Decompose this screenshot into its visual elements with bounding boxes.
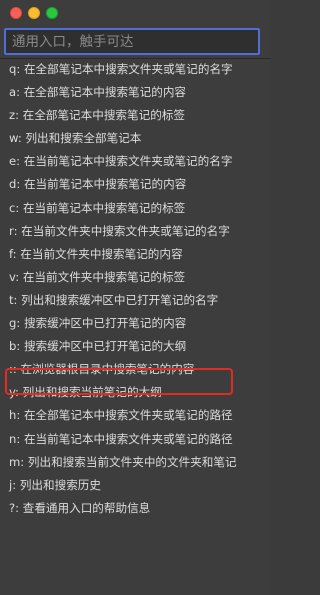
list-item[interactable]: d: 在当前笔记本中搜索笔记的内容 (0, 173, 271, 196)
list-item[interactable]: e: 在当前笔记本中搜索文件夹或笔记的名字 (0, 150, 271, 173)
universal-entry-window: q: 在全部笔记本中搜索文件夹或笔记的名字 a: 在全部笔记本中搜索笔记的内容 … (0, 0, 271, 595)
command-list: q: 在全部笔记本中搜索文件夹或笔记的名字 a: 在全部笔记本中搜索笔记的内容 … (0, 58, 271, 520)
list-item[interactable]: a: 在全部笔记本中搜索笔记的内容 (0, 81, 271, 104)
list-item[interactable]: z: 在全部笔记本中搜索笔记的标签 (0, 104, 271, 127)
list-item-highlighted[interactable]: :: 在浏览器根目录中搜索笔记的内容 (0, 358, 271, 381)
list-item[interactable]: h: 在全部笔记本中搜索文件夹或笔记的路径 (0, 404, 271, 427)
minimize-window-button[interactable] (28, 7, 40, 19)
maximize-window-button[interactable] (46, 7, 58, 19)
list-item[interactable]: v: 在当前文件夹中搜索笔记的标签 (0, 266, 271, 289)
close-window-button[interactable] (10, 7, 22, 19)
list-item[interactable]: y: 列出和搜索当前笔记的大纲 (0, 381, 271, 404)
list-item[interactable]: ?: 查看通用入口的帮助信息 (0, 497, 271, 520)
list-item[interactable]: j: 列出和搜索历史 (0, 474, 271, 497)
list-item[interactable]: m: 列出和搜索当前文件夹中的文件夹和笔记 (0, 451, 271, 474)
list-item[interactable]: g: 搜索缓冲区中已打开笔记的内容 (0, 312, 271, 335)
list-item[interactable]: w: 列出和搜索全部笔记本 (0, 127, 271, 150)
list-item[interactable]: t: 列出和搜索缓冲区中已打开笔记的名字 (0, 289, 271, 312)
list-item[interactable]: f: 在当前文件夹中搜索笔记的内容 (0, 243, 271, 266)
list-item[interactable]: r: 在当前文件夹中搜索文件夹或笔记的名字 (0, 220, 271, 243)
list-item[interactable]: q: 在全部笔记本中搜索文件夹或笔记的名字 (0, 58, 271, 81)
search-box (4, 28, 260, 55)
list-item[interactable]: b: 搜索缓冲区中已打开笔记的大纲 (0, 335, 271, 358)
list-item[interactable]: n: 在当前笔记本中搜索文件夹或笔记的路径 (0, 428, 271, 451)
title-bar (0, 0, 271, 26)
search-input[interactable] (6, 30, 258, 53)
list-item[interactable]: c: 在当前笔记本中搜索笔记的标签 (0, 197, 271, 220)
